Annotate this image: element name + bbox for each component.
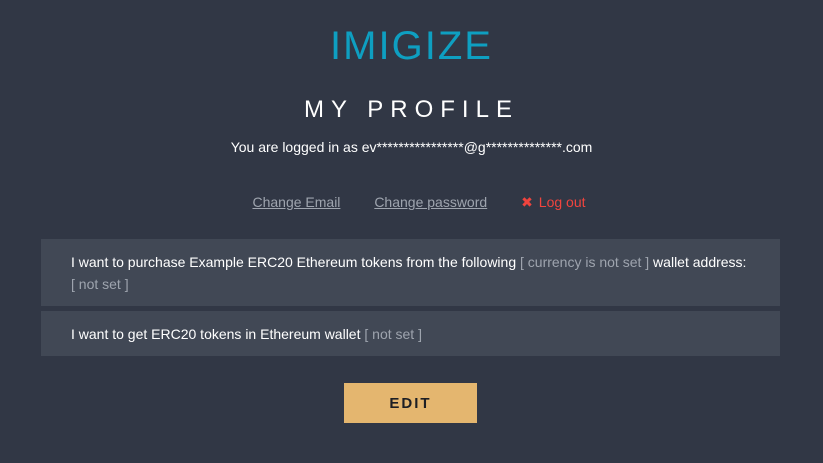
logo: IMIGIZE [330, 24, 493, 68]
purchase-text: I want to purchase Example ERC20 Ethereu… [71, 254, 520, 270]
change-password-link[interactable]: Change password [374, 194, 487, 210]
wallet-value: [ not set ] [364, 326, 422, 342]
page-title: MY PROFILE [304, 96, 519, 123]
account-links: Change Email Change password ✖ Log out [0, 193, 823, 211]
logout-label: Log out [538, 194, 586, 210]
logout-link[interactable]: ✖ Log out [521, 194, 585, 210]
login-prefix: You are logged in as [230, 139, 358, 155]
currency-value: [ currency is not set ] [520, 254, 650, 270]
purchase-text-after: wallet address: [649, 254, 747, 270]
login-info: You are logged in as ev****************@… [0, 138, 823, 156]
receive-text: I want to get ERC20 tokens in Ethereum w… [71, 326, 365, 342]
edit-button[interactable]: EDIT [344, 383, 477, 423]
address-value: [ not set ] [71, 276, 129, 292]
receive-panel: I want to get ERC20 tokens in Ethereum w… [41, 311, 780, 356]
purchase-panel: I want to purchase Example ERC20 Ethereu… [41, 239, 780, 306]
change-email-link[interactable]: Change Email [252, 194, 340, 210]
close-icon: ✖ [521, 194, 533, 210]
login-email: ev****************@g**************.com [361, 139, 593, 155]
